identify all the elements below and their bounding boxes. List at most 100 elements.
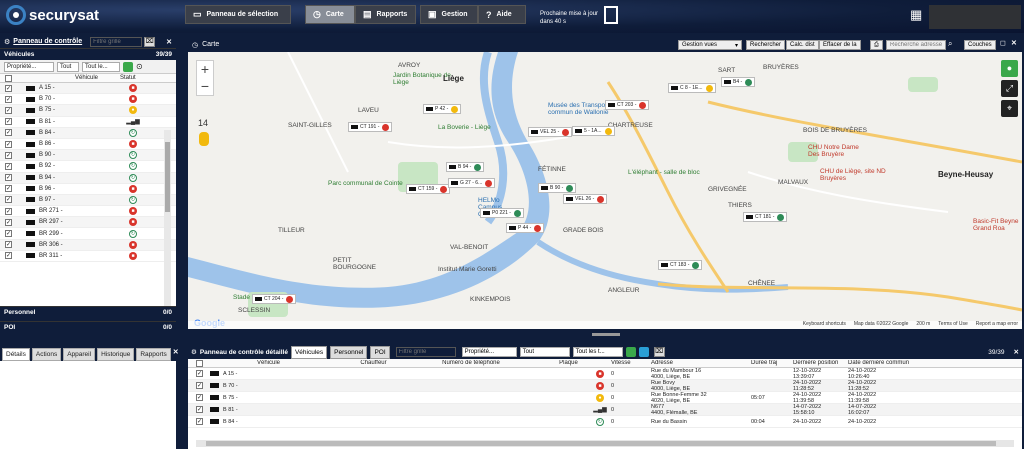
tab-personnel[interactable]: Personnel	[330, 345, 368, 359]
vehicle-row[interactable]: ✓ B 81 - ▂▄▆	[0, 117, 176, 128]
close-icon[interactable]: ✕	[166, 38, 172, 46]
document-icon[interactable]	[604, 6, 618, 24]
vehicle-row[interactable]: ✓ B 86 - ■	[0, 139, 176, 151]
report-error-link[interactable]: Report a map error	[976, 321, 1018, 329]
street-view-pegman-icon[interactable]	[199, 132, 209, 146]
apps-grid-icon[interactable]: ▦	[910, 8, 922, 21]
all-select[interactable]: Tout	[57, 61, 79, 72]
panel-selection-button[interactable]: ▭ Panneau de sélection	[185, 5, 291, 24]
clear-filter-icon[interactable]: ⌧	[144, 36, 156, 47]
vehicle-checkbox[interactable]: ✓	[5, 230, 12, 238]
settings-icon[interactable]: ⊙	[136, 62, 143, 71]
bottom-alltimes-select[interactable]: Tout les t...	[572, 347, 623, 357]
close-icon[interactable]: ✕	[173, 348, 179, 361]
vehicle-checkbox[interactable]: ✓	[5, 241, 12, 249]
vehicle-checkbox[interactable]: ✓	[5, 252, 12, 260]
vehicle-row[interactable]: ✓ BR 311 - ■	[0, 251, 176, 262]
vehicle-checkbox[interactable]: ✓	[5, 129, 12, 137]
views-select[interactable]: Gestion vues ▾	[678, 40, 742, 50]
select-all-checkbox[interactable]	[5, 74, 12, 82]
vehicle-marker[interactable]: CT 203 -	[605, 100, 650, 110]
vehicle-marker[interactable]: CT 159 -	[406, 184, 451, 194]
zoom-in-button[interactable]: +	[197, 61, 213, 78]
column-header[interactable]: Numéro de téléphone	[416, 360, 526, 366]
table-row[interactable]: ✓ B 81 - ▂▄▆ 0 N677 4400, Flémalle, BE 14-07-2…	[188, 404, 1022, 416]
vehicle-checkbox[interactable]: ✓	[5, 95, 12, 103]
row-checkbox[interactable]: ✓	[196, 418, 203, 425]
bottom-all-select[interactable]: Tout	[519, 347, 570, 357]
tab-vehicles[interactable]: Véhicules	[290, 345, 328, 359]
column-header[interactable]: Durée traj	[751, 360, 793, 366]
vehicle-marker[interactable]: G 27 - 6...	[448, 178, 496, 188]
close-icon[interactable]: ✕	[1011, 39, 1017, 47]
vehicle-row[interactable]: ✓ B 70 - ■	[0, 94, 176, 106]
gear-icon[interactable]: ⚙	[4, 38, 10, 46]
row-checkbox[interactable]: ✓	[196, 382, 203, 389]
refresh-button[interactable]	[123, 61, 133, 72]
vehicle-marker[interactable]: CT 183 -	[658, 260, 703, 270]
close-icon[interactable]: ✕	[1014, 348, 1019, 356]
map-tab-button[interactable]: ◷ Carte	[305, 5, 355, 24]
vehicle-row[interactable]: ✓ B 75 - ●	[0, 105, 176, 117]
row-checkbox[interactable]: ✓	[196, 406, 203, 413]
reports-tab-button[interactable]: ▤ Rapports	[355, 5, 416, 24]
column-header[interactable]: Vitesse	[611, 360, 651, 366]
vehicle-row[interactable]: ✓ BR 297 - ■	[0, 217, 176, 229]
vehicle-checkbox[interactable]: ✓	[5, 84, 12, 92]
vehicle-marker[interactable]: B 90 -	[538, 183, 577, 193]
vehicle-marker[interactable]: P 44 -	[506, 223, 545, 233]
detail-tab[interactable]: Détails	[2, 348, 30, 361]
calc-dist-button[interactable]: Calc. dist	[786, 40, 819, 50]
table-row[interactable]: ✓ A 15 - ■ 0 Rue du Mambour 16 4000, Liège, B…	[188, 368, 1022, 380]
vehicle-marker[interactable]: 5 - 1A...	[572, 126, 615, 136]
vehicle-checkbox[interactable]: ✓	[5, 106, 12, 114]
vehicle-row[interactable]: ✓ BR 271 - ■	[0, 206, 176, 218]
personnel-section[interactable]: Personnel 0/0	[0, 306, 176, 318]
vehicle-checkbox[interactable]: ✓	[5, 140, 12, 148]
detail-tab[interactable]: Historique	[97, 348, 135, 361]
vehicle-checkbox[interactable]: ✓	[5, 185, 12, 193]
select-all-checkbox[interactable]	[196, 359, 203, 367]
table-row[interactable]: ✓ B 84 - ↻ 0 Rue du Bassin 00:04 24-10-2022 24-…	[188, 416, 1022, 428]
tab-poi[interactable]: POI	[370, 345, 390, 359]
col-status[interactable]: Statut	[120, 75, 136, 81]
manage-tab-button[interactable]: ▣ Gestion	[420, 5, 478, 24]
detail-tab[interactable]: Appareil	[63, 348, 96, 361]
row-checkbox[interactable]: ✓	[196, 370, 203, 377]
poi-section[interactable]: POI 0/0	[0, 321, 176, 333]
vehicle-row[interactable]: ✓ B 90 - ↻	[0, 150, 176, 162]
vehicle-row[interactable]: ✓ B 96 - ■	[0, 184, 176, 195]
vehicle-row[interactable]: ✓ A 15 - ■	[0, 83, 176, 95]
table-row[interactable]: ✓ B 75 - ● 0 Rue Bonne-Femme 32 4020, Liège, …	[188, 392, 1022, 404]
clear-button[interactable]: Effacer de la	[819, 40, 861, 50]
vehicle-marker[interactable]: CT 181 -	[743, 212, 788, 222]
map-canvas[interactable]: AVROY Jardin Botanique de Liège Liège LA…	[188, 52, 1022, 329]
vehicle-checkbox[interactable]: ✓	[5, 118, 12, 126]
vehicle-marker[interactable]: B4 -	[721, 77, 756, 87]
print-icon[interactable]: ⎙	[870, 40, 883, 50]
horizontal-scrollbar[interactable]	[196, 440, 1014, 447]
vehicle-row[interactable]: ✓ B 92 - ↻	[0, 161, 176, 173]
vehicle-marker[interactable]: CT 191 -	[348, 122, 393, 132]
clear-filter-icon[interactable]: ⌧	[653, 347, 665, 357]
bottom-owner-select[interactable]: Propriété...	[461, 347, 517, 357]
search-icon[interactable]: ⌕	[948, 39, 952, 49]
column-header[interactable]: Date dernière commun	[848, 360, 928, 366]
grid-filter-input[interactable]	[90, 36, 143, 47]
vehicle-checkbox[interactable]: ✓	[5, 151, 12, 159]
keyboard-shortcuts-link[interactable]: Keyboard shortcuts	[803, 321, 846, 329]
address-search-input[interactable]	[886, 40, 946, 50]
vehicle-checkbox[interactable]: ✓	[5, 174, 12, 182]
column-header[interactable]: Chauffeur	[331, 360, 416, 366]
vehicle-marker[interactable]: VEL 25 -	[528, 127, 573, 137]
vehicle-checkbox[interactable]: ✓	[5, 218, 12, 226]
col-vehicle[interactable]: Véhicule	[15, 75, 120, 81]
control-panel-title[interactable]: Panneau de contrôle	[13, 38, 82, 45]
column-header[interactable]: Véhicule	[206, 360, 331, 366]
location-pin-icon[interactable]: ⌖	[1001, 100, 1018, 117]
vehicle-row[interactable]: ✓ BR 306 - ■	[0, 239, 176, 251]
detail-tab[interactable]: Actions	[31, 348, 62, 361]
terms-link[interactable]: Terms of Use	[938, 321, 967, 329]
all-times-select[interactable]: Tout le...	[82, 61, 120, 72]
help-tab-button[interactable]: ? Aide	[478, 5, 526, 24]
